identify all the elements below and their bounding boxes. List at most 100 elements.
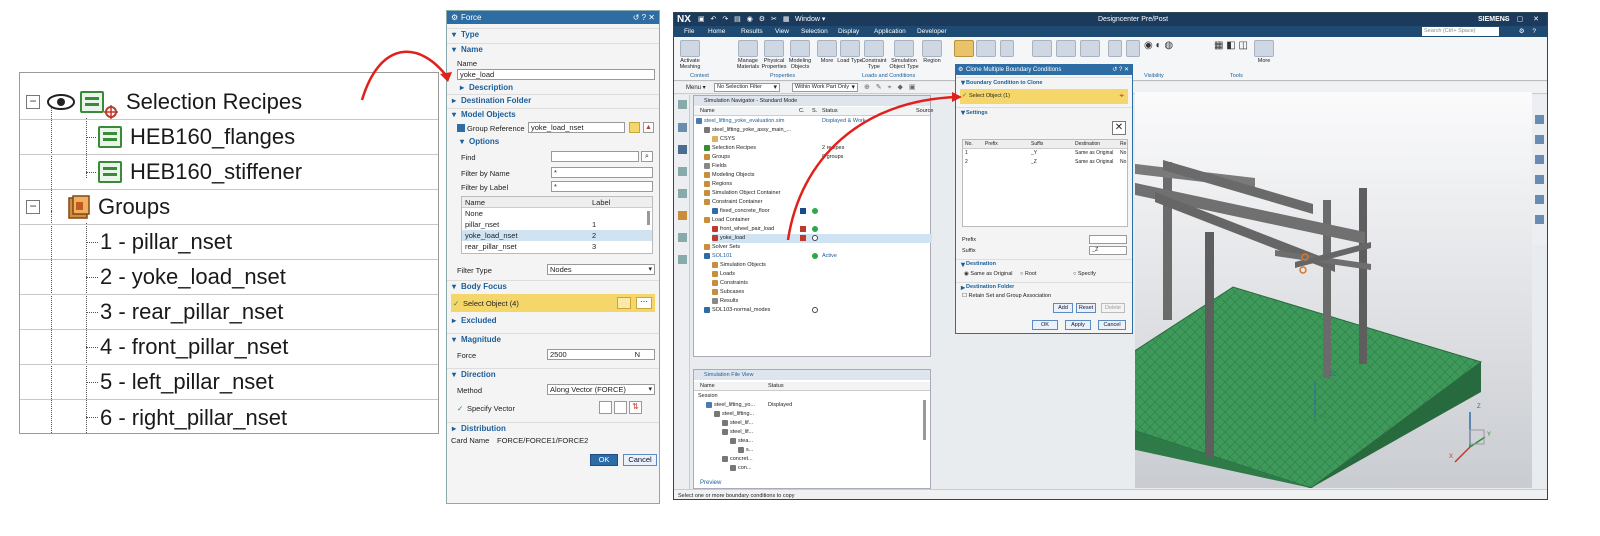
file-row[interactable]: steel_lifting_yo...: [706, 401, 755, 410]
section-description[interactable]: Description: [455, 82, 513, 94]
vector-icon[interactable]: [599, 401, 612, 414]
tree-row-selected[interactable]: yoke_load: [712, 234, 932, 243]
simulation-object-icon[interactable]: [894, 40, 914, 57]
window-menu[interactable]: Window ▾: [795, 13, 825, 26]
section-model-objects[interactable]: Model Objects: [447, 108, 659, 121]
title-bar-buttons[interactable]: ↺ ? ✕: [633, 11, 655, 24]
reverse-direction-icon[interactable]: ⇅: [629, 401, 642, 414]
section-destination-folder[interactable]: Destination Folder: [447, 94, 659, 107]
eye-icon[interactable]: [46, 92, 76, 112]
tool-icon[interactable]: [1000, 40, 1014, 57]
clear-icon[interactable]: ✕: [1112, 121, 1126, 135]
tree-row[interactable]: CSYS: [712, 135, 735, 144]
folder-icon[interactable]: [629, 122, 640, 133]
radio-specify[interactable]: ○ Specify: [1073, 271, 1096, 277]
tool-icon[interactable]: [1056, 40, 1076, 57]
scrollbar[interactable]: [647, 211, 650, 225]
section-name[interactable]: Name: [447, 43, 659, 56]
table-row[interactable]: 1 _Y Same as Original No: [963, 149, 1127, 158]
section-boundary-condition[interactable]: Boundary Condition to Clone: [956, 77, 1132, 88]
more-icon[interactable]: [817, 40, 837, 57]
history-icon[interactable]: [678, 233, 687, 242]
tree-row-group[interactable]: 4 - front_pillar_nset: [20, 330, 438, 365]
section-magnitude[interactable]: Magnitude: [447, 333, 659, 346]
constraint-type-icon[interactable]: [864, 40, 884, 57]
visibility-icon[interactable]: [1126, 40, 1140, 57]
table-row-selected[interactable]: yoke_load_nset 2: [462, 230, 652, 241]
view-icon[interactable]: [1535, 115, 1544, 124]
tree-row-group[interactable]: 5 - left_pillar_nset: [20, 365, 438, 400]
force-input[interactable]: 2500 N: [547, 349, 655, 360]
file-row[interactable]: steel_lif...: [722, 428, 753, 437]
table-row[interactable]: None: [462, 208, 652, 219]
section-direction[interactable]: Direction: [447, 368, 659, 381]
delete-button[interactable]: Delete: [1101, 303, 1125, 313]
add-button[interactable]: Add: [1053, 303, 1073, 313]
filter-label-input[interactable]: *: [551, 181, 653, 192]
ok-button[interactable]: OK: [1032, 320, 1058, 330]
tree-row[interactable]: front_wheel_pair_load: [712, 225, 774, 234]
menu-file[interactable]: File: [684, 26, 694, 37]
tree-row[interactable]: SOL101: [704, 252, 732, 261]
find-input[interactable]: [551, 151, 639, 162]
tree-row[interactable]: Modeling Objects: [704, 171, 755, 180]
table-row[interactable]: pillar_nset 1: [462, 219, 652, 230]
tree-row[interactable]: Subcases: [712, 288, 744, 297]
tree-row[interactable]: Groups: [704, 153, 730, 162]
tree-row-recipe[interactable]: HEB160_flanges: [20, 120, 438, 155]
file-row[interactable]: steel_lifting...: [714, 410, 754, 419]
binoculars-icon[interactable]: ⌕: [641, 151, 653, 162]
tree-row-recipe[interactable]: HEB160_stiffener: [20, 155, 438, 190]
name-input[interactable]: yoke_load: [457, 69, 655, 80]
tree-row[interactable]: Solver Sets: [704, 243, 740, 252]
select-object-row[interactable]: ✓ Select Object (4) ⋯: [451, 294, 655, 312]
lock-icon[interactable]: [617, 297, 631, 309]
solution-icon[interactable]: [954, 40, 974, 57]
ok-button[interactable]: OK: [590, 454, 618, 466]
tool-icon[interactable]: [1032, 40, 1052, 57]
menu-selection[interactable]: Selection: [801, 26, 828, 37]
tree-row[interactable]: Constraint Container: [704, 198, 762, 207]
tree-row-group[interactable]: 3 - rear_pillar_nset: [20, 295, 438, 330]
tool-icon[interactable]: [1080, 40, 1100, 57]
tree-row[interactable]: Simulation Objects: [712, 261, 766, 270]
tools-icons[interactable]: ▦ ◧ ◫: [1214, 40, 1254, 57]
menu-application[interactable]: Application: [874, 26, 906, 37]
section-settings[interactable]: Settings: [956, 107, 1132, 118]
select-object-row[interactable]: ✓ Select Object (1) ⌖: [960, 89, 1128, 104]
file-view-title[interactable]: Simulation File View: [694, 370, 930, 380]
view-icon[interactable]: [1535, 175, 1544, 184]
table-row[interactable]: 2 _Z Same as Original No: [963, 158, 1127, 167]
snap-icons[interactable]: ⊕ ✎ ⌖ ◆ ▣: [864, 83, 917, 92]
visibility-icons[interactable]: ◉ ◐ ◍: [1144, 40, 1184, 57]
scope-select[interactable]: Within Work Part Only: [792, 83, 858, 92]
tree-row[interactable]: Constraints: [712, 279, 748, 288]
web-icon[interactable]: [678, 255, 687, 264]
view-icon[interactable]: [1535, 215, 1544, 224]
tree-row-groups[interactable]: − Groups: [20, 190, 438, 225]
prefix-input[interactable]: [1089, 235, 1127, 244]
more-icon[interactable]: [1254, 40, 1274, 57]
tree-row[interactable]: Regions: [704, 180, 732, 189]
file-row[interactable]: con...: [730, 464, 751, 473]
help-icons[interactable]: ⚙ ?: [1519, 26, 1539, 37]
filter-type-select[interactable]: Nodes: [547, 264, 655, 275]
window-controls[interactable]: – ▢ ✕: [1503, 13, 1543, 26]
quick-access-icons[interactable]: ▣ ↶ ↷ ▤ ◉ ⚙ ✂ ▦: [698, 13, 791, 26]
view-icon[interactable]: [1535, 155, 1544, 164]
table-row[interactable]: rear_pillar_nset 3: [462, 241, 652, 252]
vector-icon[interactable]: [614, 401, 627, 414]
view-icon[interactable]: [1535, 135, 1544, 144]
tree-row-group[interactable]: 1 - pillar_nset: [20, 225, 438, 260]
collapse-icon[interactable]: −: [26, 95, 40, 109]
file-row[interactable]: Session: [698, 392, 718, 401]
menu-view[interactable]: View: [775, 26, 789, 37]
navigator-icon[interactable]: [678, 123, 687, 132]
section-destination[interactable]: Destination: [956, 259, 1132, 269]
file-row[interactable]: concret...: [722, 455, 753, 464]
section-body-focus[interactable]: Body Focus: [447, 280, 659, 293]
filter-name-input[interactable]: *: [551, 167, 653, 178]
method-select[interactable]: Along Vector (FORCE): [547, 384, 655, 395]
group-reference-checkbox[interactable]: [457, 124, 465, 132]
section-excluded[interactable]: Excluded: [447, 315, 659, 327]
